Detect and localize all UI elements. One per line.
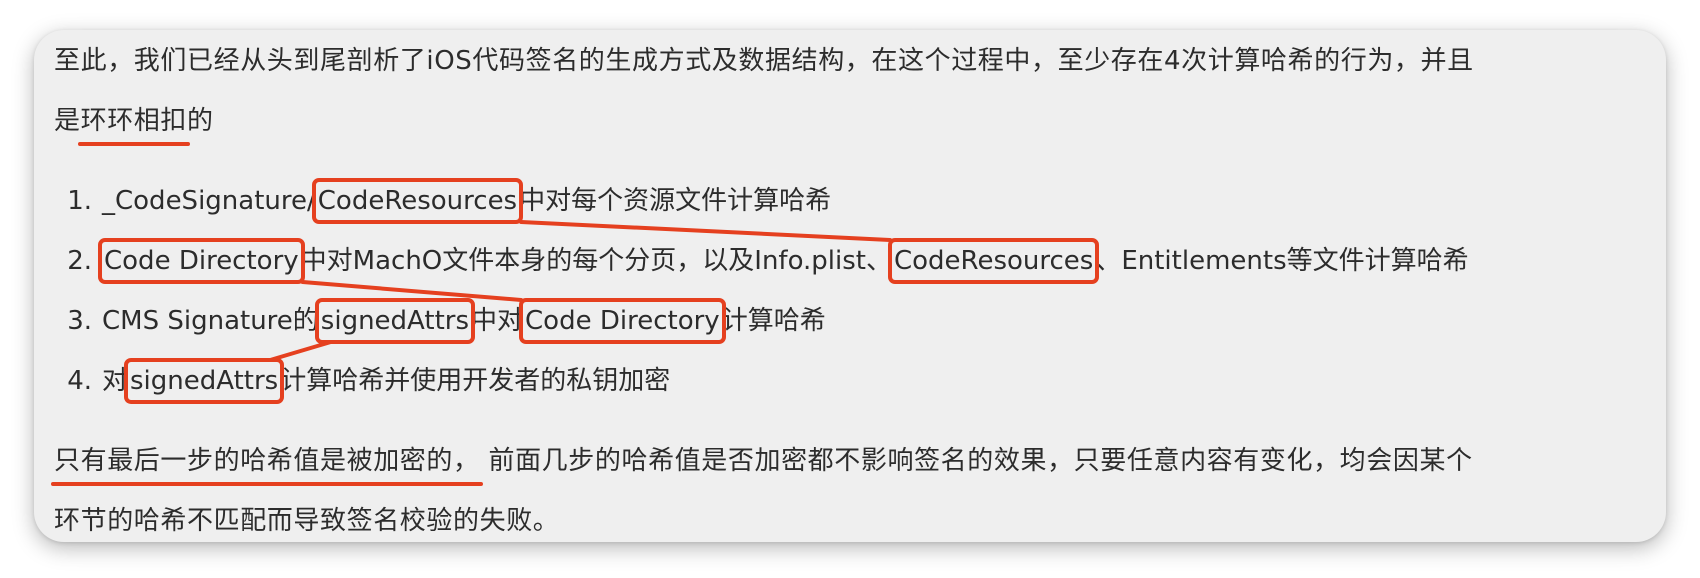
paragraph-2-line-1: 只有最后一步的哈希值是被加密的， 前面几步的哈希值是否加密都不影响签名的效果，只… [51, 444, 1473, 486]
paragraph-2-text: 前面几步的哈希值是否加密都不影响签名的效果，只要任意内容有变化，均会因某个 [479, 446, 1473, 476]
article-card: 至此，我们已经从头到尾剖析了iOS代码签名的生成方式及数据结构，在这个过程中，至… [34, 30, 1666, 542]
paragraph-2-line-2: 环节的哈希不匹配而导致签名校验的失败。 [54, 506, 560, 536]
list-number: 3. [67, 306, 92, 336]
boxed-signed-attrs: signedAttrs [124, 358, 285, 404]
list-text: 计算哈希 [721, 306, 826, 336]
list-number: 1. [67, 186, 92, 216]
boxed-code-directory: Code Directory [519, 298, 726, 344]
paragraph-1-line-2: 是环环相扣的 [54, 104, 214, 146]
list-number: 2. [67, 246, 92, 276]
paragraph-1-suffix: 的 [187, 106, 214, 136]
highlight-only-last-step: 只有最后一步的哈希值是被加密的， [51, 446, 483, 486]
list-text: _CodeSignature/ [102, 186, 316, 216]
list-text: 中对MachO文件本身的每个分页，以及Info.plist、 [300, 246, 892, 276]
list-text: 对 [102, 366, 129, 396]
list-item: 2. Code Directory中对MachO文件本身的每个分页，以及Info.… [54, 238, 1469, 284]
list-text: CMS Signature的 [102, 306, 319, 336]
list-text: 计算哈希并使用开发者的私钥加密 [280, 366, 671, 396]
boxed-signed-attrs: signedAttrs [314, 298, 476, 344]
list-text: 中对 [471, 306, 524, 336]
list-item: 1. _CodeSignature/CodeResources中对每个资源文件计算… [54, 178, 832, 224]
list-item: 3. CMS Signature的signedAttrs中对Code Direct… [54, 298, 826, 344]
highlight-interlocked: 环环相扣 [77, 106, 191, 146]
list-text: 中对每个资源文件计算哈希 [519, 186, 832, 216]
list-text: 、Entitlements等文件计算哈希 [1095, 246, 1469, 276]
list-number: 4. [67, 366, 92, 396]
boxed-code-resources: CodeResources [887, 238, 1100, 284]
list-item: 4. 对signedAttrs计算哈希并使用开发者的私钥加密 [54, 358, 671, 404]
boxed-code-directory: Code Directory [98, 238, 305, 284]
boxed-code-resources: CodeResources [311, 178, 524, 224]
paragraph-1-line-1: 至此，我们已经从头到尾剖析了iOS代码签名的生成方式及数据结构，在这个过程中，至… [54, 46, 1474, 76]
paragraph-1-prefix: 是 [54, 106, 81, 136]
